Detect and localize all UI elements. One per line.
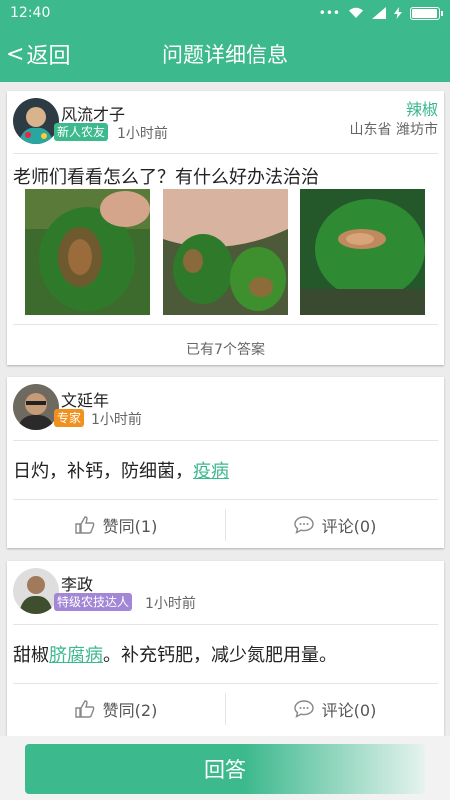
back-button[interactable]: < 返回 bbox=[6, 38, 70, 70]
divider bbox=[13, 324, 438, 325]
question-photo[interactable] bbox=[300, 189, 425, 315]
answer-card: 文延年 专家 1小时前 日灼，补钙，防细菌，疫病 赞同(1) 评论(0) bbox=[7, 377, 444, 548]
post-time: 1小时前 bbox=[117, 126, 168, 142]
status-bar: 12:40 ••• bbox=[0, 0, 450, 26]
divider bbox=[13, 153, 438, 154]
avatar[interactable] bbox=[13, 568, 59, 614]
user-name[interactable]: 文延年 bbox=[61, 387, 109, 411]
user-name[interactable]: 李政 bbox=[61, 571, 93, 595]
divider bbox=[13, 440, 438, 441]
user-name[interactable]: 风流才子 bbox=[61, 101, 125, 125]
question-photo[interactable] bbox=[25, 189, 150, 315]
user-badge: 特级农技达人 bbox=[54, 593, 133, 611]
question-photo[interactable] bbox=[163, 189, 288, 315]
divider bbox=[13, 624, 438, 625]
like-button[interactable]: 赞同(2) bbox=[7, 689, 225, 729]
comment-label: 评论(0) bbox=[321, 701, 377, 720]
answer-text-plain: 甜椒 bbox=[13, 645, 49, 666]
comment-icon bbox=[293, 700, 314, 718]
comment-button[interactable]: 评论(0) bbox=[226, 689, 444, 729]
bottom-bar: 回答 bbox=[0, 736, 450, 800]
status-icons: ••• bbox=[318, 6, 443, 20]
divider bbox=[13, 683, 438, 684]
user-badge: 专家 bbox=[54, 409, 85, 427]
battery-icon bbox=[410, 6, 443, 20]
disease-link[interactable]: 疫病 bbox=[193, 461, 229, 482]
like-label: 赞同(1) bbox=[102, 517, 158, 536]
charging-icon bbox=[394, 7, 402, 19]
like-button[interactable]: 赞同(1) bbox=[7, 505, 225, 545]
question-text: 老师们看看怎么了？有什么好办法治治 bbox=[13, 167, 319, 188]
comment-button[interactable]: 评论(0) bbox=[226, 505, 444, 545]
like-label: 赞同(2) bbox=[102, 701, 158, 720]
disease-link[interactable]: 脐腐病 bbox=[49, 645, 103, 666]
status-time: 12:40 bbox=[10, 5, 51, 21]
signal-icon bbox=[372, 7, 386, 19]
avatar[interactable] bbox=[13, 384, 59, 430]
location: 山东省 潍坊市 bbox=[349, 122, 438, 138]
answer-text: 日灼，补钙，防细菌，疫病 bbox=[13, 457, 229, 483]
back-label: 返回 bbox=[26, 44, 71, 69]
answer-button[interactable]: 回答 bbox=[25, 744, 425, 794]
answer-card: 李政 特级农技达人 1小时前 甜椒脐腐病。补充钙肥，减少氮肥用量。 赞同(2) … bbox=[7, 561, 444, 736]
comment-label: 评论(0) bbox=[321, 517, 377, 536]
post-time: 1小时前 bbox=[145, 596, 196, 612]
post-time: 1小时前 bbox=[91, 412, 142, 428]
comment-icon bbox=[293, 516, 314, 534]
nav-bar: < 返回 问题详细信息 bbox=[0, 26, 450, 82]
wifi-icon bbox=[349, 7, 363, 18]
answer-text-plain: 日灼，补钙，防细菌， bbox=[13, 461, 193, 482]
crop-tag[interactable]: 辣椒 bbox=[406, 96, 438, 120]
question-card: 风流才子 新人农友 1小时前 辣椒 山东省 潍坊市 老师们看看怎么了？有什么好办… bbox=[7, 91, 444, 365]
answer-text-after: 。补充钙肥，减少氮肥用量。 bbox=[103, 645, 337, 666]
chevron-left-icon: < bbox=[6, 41, 25, 67]
divider bbox=[13, 499, 438, 500]
avatar[interactable] bbox=[13, 98, 59, 144]
thumbs-up-icon bbox=[74, 700, 95, 718]
thumbs-up-icon bbox=[74, 516, 95, 534]
answer-text: 甜椒脐腐病。补充钙肥，减少氮肥用量。 bbox=[13, 641, 337, 667]
answer-count[interactable]: 已有7个答案 bbox=[7, 339, 444, 359]
notification-dots-icon: ••• bbox=[318, 6, 340, 20]
user-badge: 新人农友 bbox=[54, 123, 109, 141]
